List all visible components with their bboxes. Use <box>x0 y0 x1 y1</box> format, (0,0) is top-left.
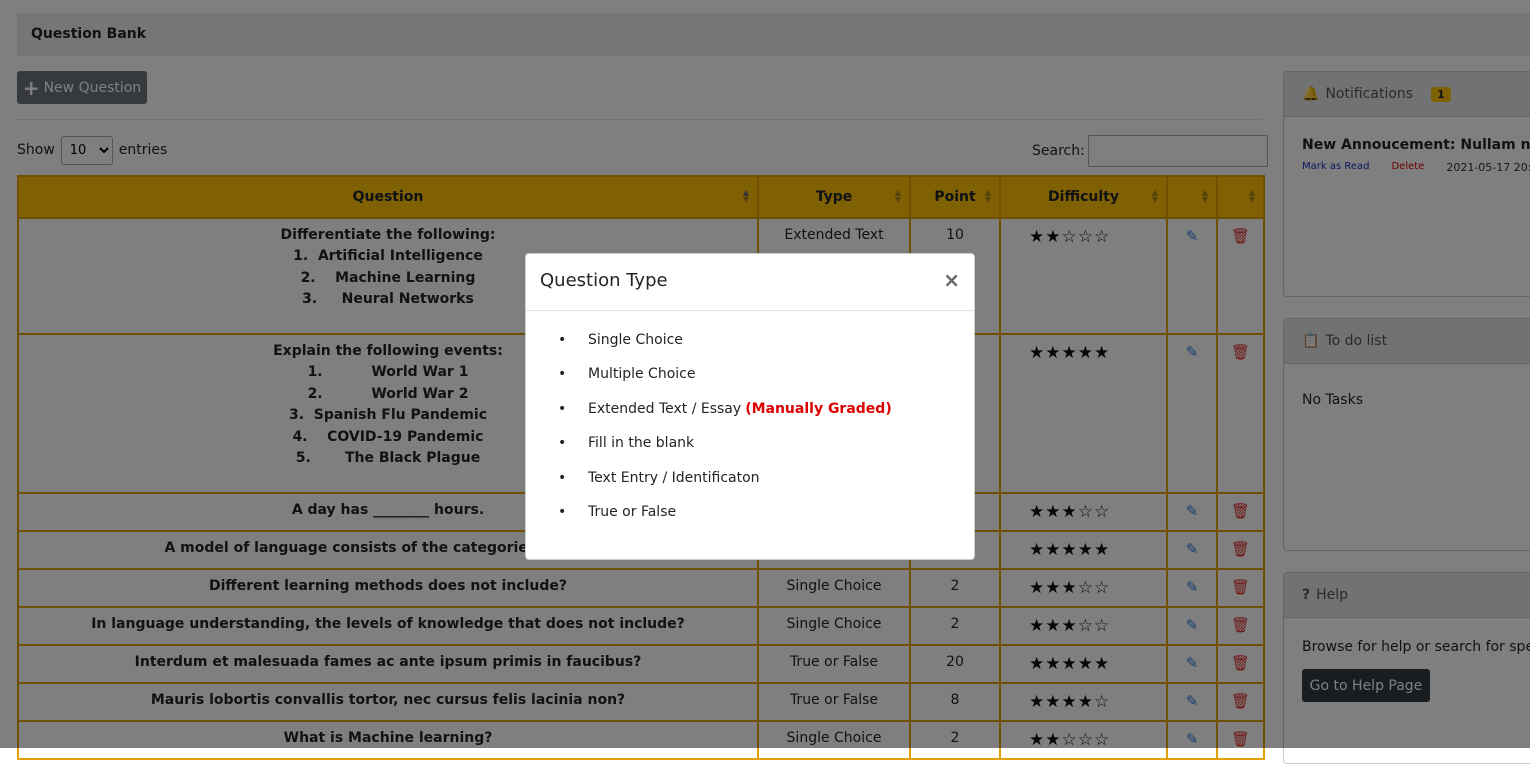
manually-graded-note: (Manually Graded) <box>745 400 892 417</box>
question-type-single-choice[interactable]: • Single Choice <box>558 332 892 366</box>
question-type-list: • Single Choice • Multiple Choice • Extende… <box>558 332 892 538</box>
question-type-fill-blank[interactable]: • Fill in the blank <box>558 435 892 469</box>
close-icon[interactable]: × <box>943 268 960 292</box>
modal-title: Question Type <box>540 270 668 291</box>
question-type-modal: Question Type × • Single Choice • Multiple… <box>525 253 975 560</box>
question-type-true-false[interactable]: • True or False <box>558 504 892 538</box>
modal-header: Question Type × <box>526 254 974 311</box>
question-type-text-entry[interactable]: • Text Entry / Identificaton <box>558 470 892 504</box>
question-type-multiple-choice[interactable]: • Multiple Choice <box>558 366 892 400</box>
question-type-extended-text[interactable]: • Extended Text / Essay (Manually Graded) <box>558 401 892 435</box>
